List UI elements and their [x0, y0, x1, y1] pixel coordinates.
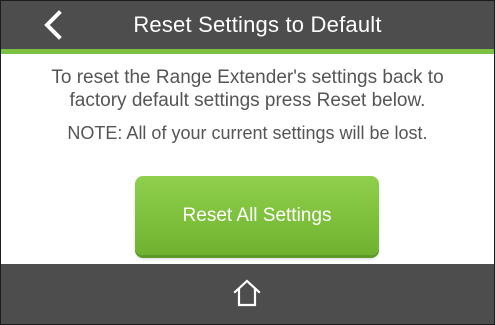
- home-button[interactable]: [232, 278, 262, 308]
- reset-description: To reset the Range Extender's settings b…: [51, 67, 444, 111]
- header-bar: Reset Settings to Default: [1, 1, 494, 54]
- home-icon: [233, 279, 261, 307]
- footer-bar: [1, 264, 494, 324]
- warning-note: NOTE: All of your current settings will …: [67, 123, 428, 143]
- reset-all-settings-button[interactable]: Reset All Settings: [135, 176, 379, 255]
- main-content: To reset the Range Extender's settings b…: [1, 54, 494, 264]
- app-frame: Reset Settings to Default To reset the R…: [0, 0, 495, 325]
- page-title: Reset Settings to Default: [133, 12, 382, 37]
